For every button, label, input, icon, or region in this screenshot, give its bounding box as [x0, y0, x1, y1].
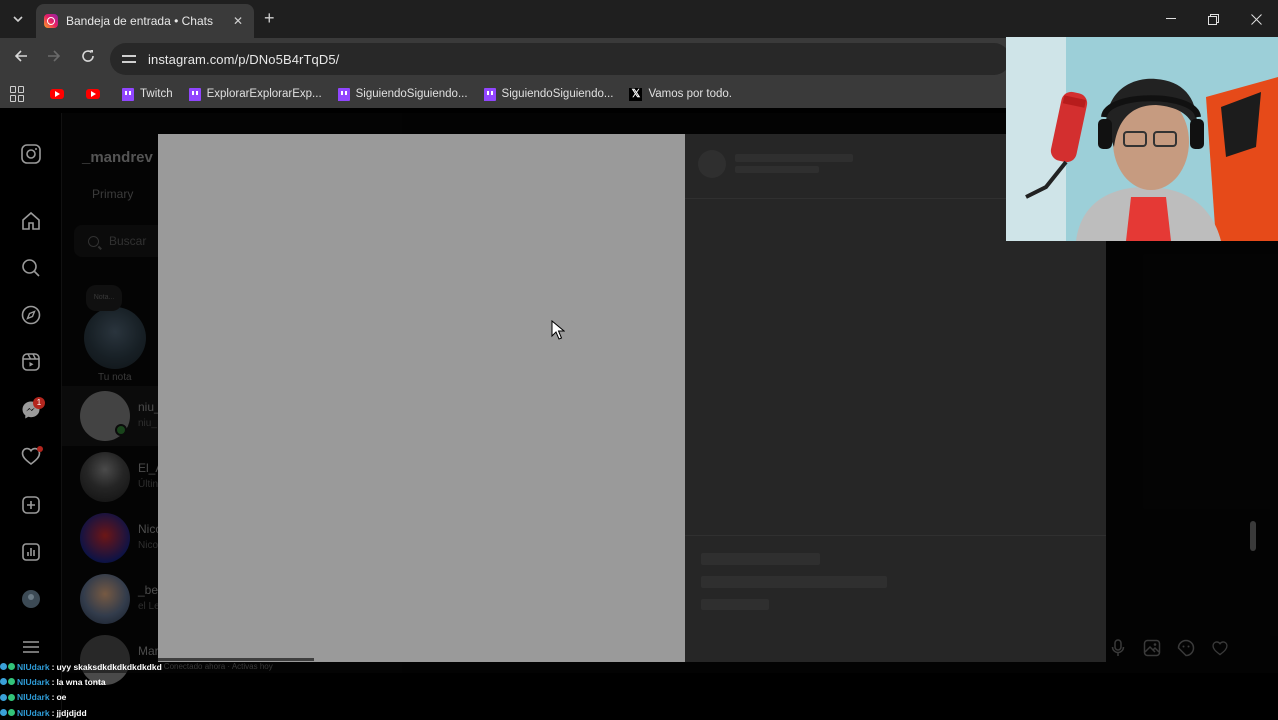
close-window-button[interactable]: [1235, 0, 1278, 38]
scrollbar[interactable]: [1250, 243, 1258, 623]
close-tab-icon[interactable]: ✕: [230, 14, 246, 28]
chat-text: oe: [56, 692, 67, 703]
explore-compass-icon[interactable]: [20, 304, 42, 326]
bookmark-youtube-1[interactable]: [44, 82, 76, 106]
tab-title: Bandeja de entrada • Chats: [66, 14, 213, 28]
twitch-icon: [337, 87, 350, 101]
chat-message: NIUdark: oe: [0, 690, 420, 705]
bookmark-siguiendo-1[interactable]: SiguiendoSiguiendo...: [332, 82, 474, 106]
new-tab-button[interactable]: +: [264, 9, 275, 27]
twitch-icon: [483, 87, 496, 101]
chat-badges-icon: [0, 678, 15, 686]
active-tab[interactable]: Bandeja de entrada • Chats ✕: [36, 4, 254, 38]
instagram-favicon-icon: [44, 14, 58, 28]
post-media-placeholder[interactable]: [158, 134, 685, 662]
post-modal: [158, 134, 1106, 662]
notifications-dot: [37, 446, 43, 452]
bookmark-siguiendo-2[interactable]: SiguiendoSiguiendo...: [478, 82, 620, 106]
bookmark-twitch[interactable]: Twitch: [116, 82, 179, 106]
bookmark-explorar[interactable]: ExplorarExplorarExp...: [183, 82, 328, 106]
search-icon[interactable]: [20, 257, 42, 279]
chat-message: NIUdark: jjdjdjdd: [0, 705, 420, 720]
site-info-icon[interactable]: [122, 52, 136, 66]
bookmark-label: SiguiendoSiguiendo...: [355, 88, 468, 100]
scrollbar-thumb[interactable]: [1250, 521, 1256, 551]
screen: Bandeja de entrada • Chats ✕ + instagram…: [0, 0, 1278, 720]
divider: [685, 535, 1106, 536]
bookmark-label: SiguiendoSiguiendo...: [501, 88, 614, 100]
minimize-button[interactable]: [1149, 0, 1192, 38]
faded-status: Conectado ahora · Activas hoy: [163, 662, 273, 672]
youtube-icon: [86, 89, 100, 99]
skeleton-line: [701, 553, 820, 565]
apps-grid-icon[interactable]: [10, 86, 26, 102]
window-controls: [1149, 0, 1278, 38]
home-icon[interactable]: [20, 210, 42, 232]
skeleton-avatar: [698, 150, 726, 178]
webcam-overlay: [1006, 37, 1278, 241]
chat-username: NIUdark: [17, 661, 50, 672]
skeleton-line: [735, 154, 853, 162]
bookmark-label: ExplorarExplorarExp...: [206, 88, 322, 100]
stream-chat-overlay: NIUdark: uyy skaksdkdkdkdkdkdkd Conectad…: [0, 659, 420, 720]
chat-username: NIUdark: [17, 707, 50, 718]
skeleton-line: [701, 599, 769, 610]
youtube-icon: [50, 89, 64, 99]
chat-message: NIUdark: la wna tonta: [0, 674, 420, 689]
chat-badges-icon: [0, 693, 15, 701]
more-menu-icon[interactable]: [20, 636, 42, 658]
chat-text: jjdjdjdd: [56, 707, 87, 718]
mouse-cursor-icon: [551, 320, 565, 340]
chat-message: NIUdark: uyy skaksdkdkdkdkdkdkd Conectad…: [0, 659, 420, 674]
webcam-image: [1006, 37, 1278, 241]
browser-tabbar: Bandeja de entrada • Chats ✕ +: [0, 0, 1278, 38]
forward-arrow-icon[interactable]: [44, 49, 64, 69]
url-text: instagram.com/p/DNo5B4rTqD5/: [148, 51, 340, 67]
bookmark-youtube-2[interactable]: [80, 82, 112, 106]
dashboard-chart-icon[interactable]: [20, 541, 42, 563]
messages-badge: 1: [33, 397, 45, 409]
chat-username: NIUdark: [17, 676, 50, 687]
reload-icon[interactable]: [78, 49, 98, 69]
create-plus-icon[interactable]: [20, 494, 42, 516]
restore-button[interactable]: [1192, 0, 1235, 38]
profile-avatar-icon[interactable]: [20, 588, 42, 610]
chat-username: NIUdark: [17, 692, 50, 703]
twitch-icon: [122, 87, 134, 101]
skeleton-line: [735, 166, 819, 173]
chat-badges-icon: [0, 663, 15, 671]
chat-badges-icon: [0, 709, 15, 717]
instagram-sidebar: 1: [0, 113, 62, 720]
tab-search-button[interactable]: [6, 8, 30, 30]
bookmark-label: Vamos por todo.: [648, 88, 732, 100]
bookmark-x[interactable]: 𝕏 Vamos por todo.: [623, 82, 738, 106]
address-bar[interactable]: instagram.com/p/DNo5B4rTqD5/: [110, 43, 1010, 75]
instagram-logo-icon[interactable]: [20, 143, 42, 165]
x-icon: 𝕏: [629, 87, 643, 101]
twitch-icon: [188, 87, 201, 101]
chat-text: uyy skaksdkdkdkdkdkdkd: [56, 661, 162, 672]
skeleton-line: [701, 576, 887, 588]
chat-text: la wna tonta: [56, 676, 106, 687]
back-arrow-icon[interactable]: [11, 49, 31, 69]
reels-icon[interactable]: [20, 351, 42, 373]
bookmark-label: Twitch: [140, 88, 173, 100]
